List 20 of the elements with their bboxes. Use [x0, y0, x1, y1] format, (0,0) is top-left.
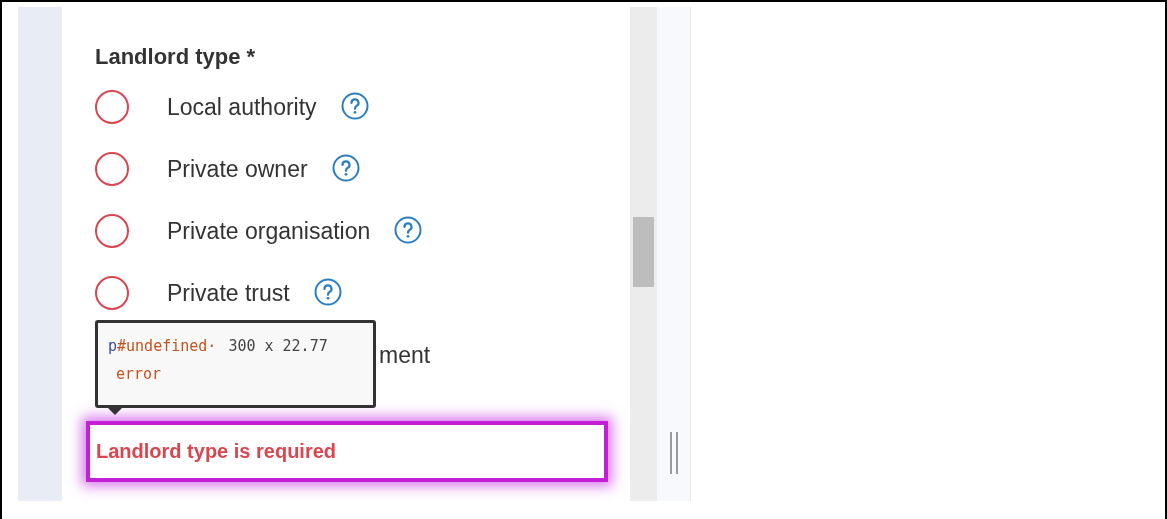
option-label[interactable]: Private owner [167, 155, 308, 183]
error-message: Landlord type is required [96, 440, 337, 463]
radio-button[interactable] [95, 214, 129, 248]
option-label[interactable]: Local authority [167, 93, 317, 121]
element-selector: p#undefined· [108, 337, 217, 355]
option-label[interactable]: Private trust [167, 279, 290, 307]
help-icon[interactable] [394, 215, 423, 244]
resize-handle-icon[interactable] [668, 432, 679, 474]
help-icon[interactable] [313, 277, 342, 306]
field-label: Landlord type * [95, 44, 257, 71]
radio-button[interactable] [95, 276, 129, 310]
option-label[interactable]: ment [379, 341, 431, 369]
help-icon[interactable] [340, 91, 369, 120]
element-class: error [116, 365, 162, 383]
option-label[interactable]: Private organisation [167, 217, 371, 245]
scrollbar-thumb[interactable] [633, 217, 654, 287]
radio-button[interactable] [95, 90, 129, 124]
element-size: 300 x 22.77 [228, 337, 328, 355]
help-icon[interactable] [331, 153, 360, 182]
radio-button[interactable] [95, 152, 129, 186]
